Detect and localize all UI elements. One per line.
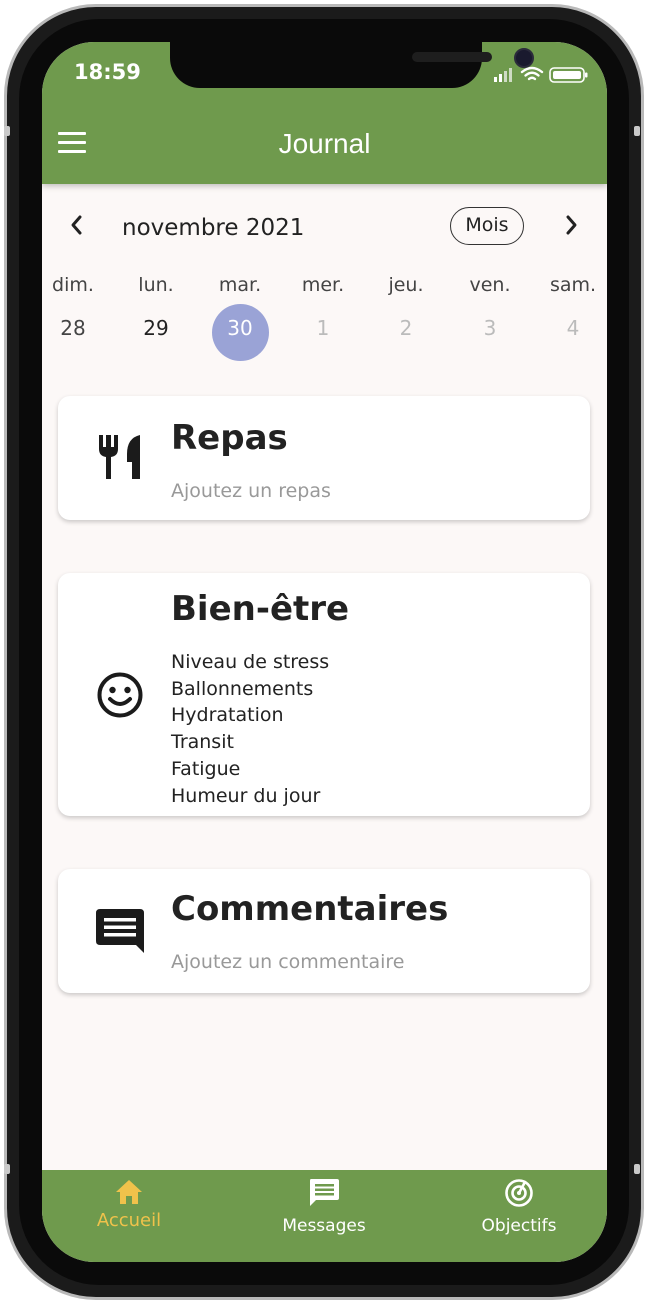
nav-item-accueil[interactable]: Accueil bbox=[59, 1178, 199, 1231]
app-screen: 18:59 Journal novembre 2021 Mois dim. lu… bbox=[42, 42, 607, 1262]
list-item: Hydratation bbox=[171, 704, 284, 727]
comment-icon bbox=[96, 907, 146, 961]
side-button bbox=[634, 1164, 640, 1174]
status-time: 18:59 bbox=[74, 60, 141, 84]
date-cell: 2 bbox=[399, 316, 413, 340]
app-header: 18:59 Journal bbox=[42, 42, 607, 184]
date-cell[interactable]: 28 bbox=[43, 316, 103, 340]
date-cell: 1 bbox=[316, 316, 330, 340]
home-icon bbox=[116, 1180, 142, 1204]
wifi-icon bbox=[520, 66, 544, 81]
card-subtitle: Ajoutez un commentaire bbox=[171, 951, 405, 973]
date-cell: 4 bbox=[566, 316, 580, 340]
wellbeing-list: Niveau de stress Ballonnements Hydratati… bbox=[171, 649, 329, 809]
list-item: Ballonnements bbox=[171, 677, 314, 700]
nav-label: Messages bbox=[282, 1216, 366, 1236]
weekday-label: ven. bbox=[469, 274, 511, 296]
weekday-label: sam. bbox=[549, 274, 597, 296]
nav-label: Accueil bbox=[96, 1210, 162, 1231]
date-row: 28 29 30 1 2 3 4 bbox=[42, 304, 607, 362]
list-item: Transit bbox=[171, 731, 234, 754]
date-cell[interactable]: 29 bbox=[126, 316, 186, 340]
commentaires-card[interactable]: Commentaires Ajoutez un commentaire bbox=[58, 869, 590, 993]
status-icons-svg bbox=[494, 66, 588, 83]
side-button bbox=[634, 126, 640, 136]
bottom-nav: Accueil Messages Objectifs bbox=[42, 1170, 607, 1262]
weekday-label: lun. bbox=[138, 274, 174, 296]
list-item: Fatigue bbox=[171, 757, 241, 780]
weekday-label: mar. bbox=[218, 274, 262, 296]
target-icon bbox=[505, 1179, 533, 1207]
phone-notch bbox=[170, 42, 534, 88]
date-cell: 3 bbox=[483, 316, 497, 340]
nav-label: Objectifs bbox=[481, 1216, 557, 1236]
weekday-label: jeu. bbox=[388, 274, 424, 296]
month-view-button[interactable]: Mois bbox=[450, 207, 524, 245]
card-title: Repas bbox=[171, 418, 288, 458]
smiley-icon bbox=[96, 671, 144, 723]
page-title: Journal bbox=[278, 128, 371, 159]
battery-icon bbox=[549, 67, 588, 83]
speaker bbox=[412, 52, 492, 62]
list-item: Humeur du jour bbox=[171, 784, 321, 807]
chevron-left-icon[interactable] bbox=[68, 214, 86, 242]
nav-item-messages[interactable]: Messages bbox=[254, 1178, 394, 1236]
month-label: novembre 2021 bbox=[122, 215, 305, 241]
repas-card[interactable]: Repas Ajoutez un repas bbox=[58, 396, 590, 520]
message-icon bbox=[310, 1179, 339, 1206]
chevron-right-icon[interactable] bbox=[562, 214, 580, 242]
calendar-nav: novembre 2021 Mois bbox=[42, 206, 607, 252]
status-icons bbox=[492, 64, 592, 84]
bien-etre-card[interactable]: Bien-être Niveau de stress Ballonnements… bbox=[58, 573, 590, 816]
card-subtitle: Ajoutez un repas bbox=[171, 480, 331, 502]
weekday-label: mer. bbox=[301, 274, 345, 296]
utensils-icon bbox=[96, 432, 144, 486]
side-button bbox=[4, 1164, 10, 1174]
date-cell-selected[interactable]: 30 bbox=[210, 316, 270, 340]
signal-icon bbox=[494, 68, 512, 82]
nav-item-objectifs[interactable]: Objectifs bbox=[449, 1178, 589, 1236]
list-item: Niveau de stress bbox=[171, 651, 330, 673]
card-title: Commentaires bbox=[171, 889, 449, 929]
card-title: Bien-être bbox=[171, 589, 350, 629]
weekday-label: dim. bbox=[52, 274, 94, 296]
side-button bbox=[4, 126, 10, 136]
weekday-row: dim. lun. mar. mer. jeu. ven. sam. bbox=[42, 274, 607, 302]
